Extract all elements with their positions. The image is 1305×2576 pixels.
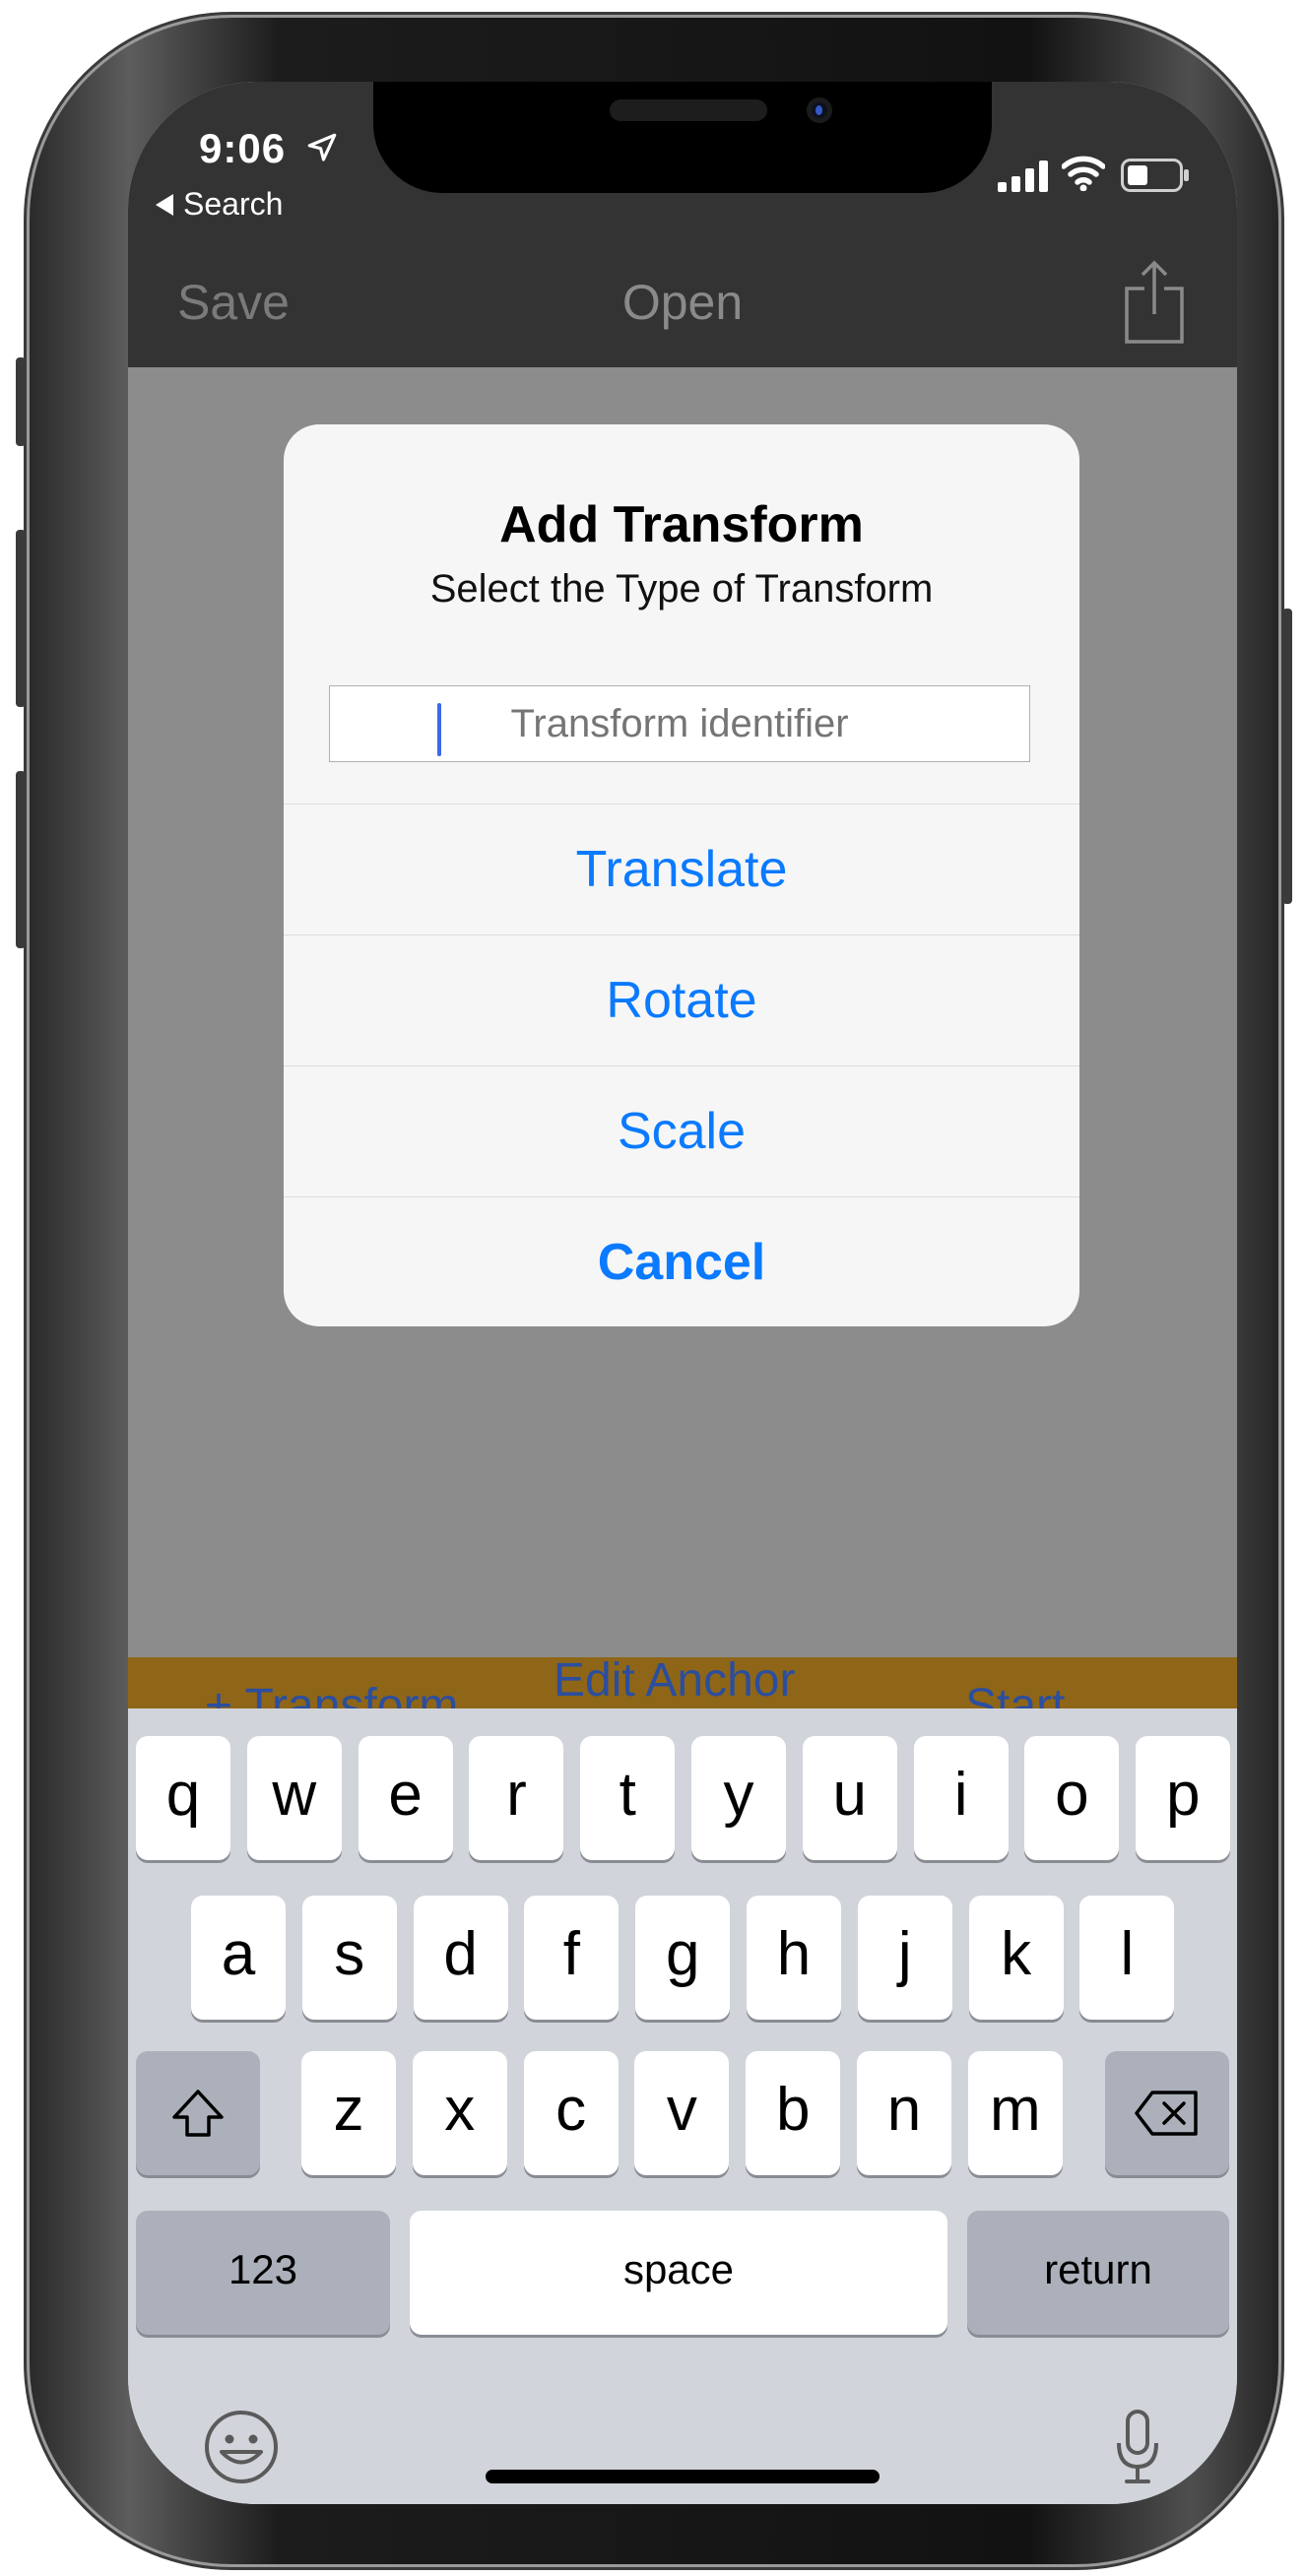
battery-icon — [1121, 159, 1189, 192]
key-u[interactable]: u — [802, 1736, 897, 1860]
emoji-icon[interactable] — [202, 2408, 281, 2486]
volume-down-button — [16, 771, 26, 948]
rotate-button[interactable]: Rotate — [284, 934, 1079, 1065]
key-m[interactable]: m — [967, 2051, 1063, 2175]
key-j[interactable]: j — [857, 1896, 952, 2020]
transform-identifier-input[interactable] — [329, 685, 1030, 762]
power-button — [1282, 609, 1292, 904]
wifi-icon — [1062, 156, 1105, 191]
key-c[interactable]: c — [523, 2051, 619, 2175]
back-to-search-link[interactable]: Search — [156, 186, 283, 223]
key-b[interactable]: b — [746, 2051, 841, 2175]
key-s[interactable]: s — [301, 1896, 397, 2020]
share-icon[interactable] — [1123, 259, 1186, 344]
screen: 9:06 Search Save Open + Transform Edit A… — [128, 82, 1237, 2504]
key-g[interactable]: g — [635, 1896, 731, 2020]
key-f[interactable]: f — [524, 1896, 620, 2020]
text-cursor — [437, 703, 441, 756]
return-key[interactable]: return — [967, 2211, 1229, 2335]
key-n[interactable]: n — [857, 2051, 951, 2175]
key-p[interactable]: p — [1136, 1736, 1231, 1860]
key-v[interactable]: v — [634, 2051, 730, 2175]
keyboard: qwertyuiop asdfghjkl zxcvbnm 123 space r… — [128, 1708, 1237, 2504]
bottom-toolbar: + Transform Edit Anchor Start — [128, 1657, 1237, 1708]
earpiece-speaker — [610, 99, 767, 121]
notch — [373, 82, 992, 193]
nav-title-open[interactable]: Open — [128, 274, 1237, 331]
space-key[interactable]: space — [410, 2211, 947, 2335]
start-button[interactable]: Start — [965, 1679, 1065, 1708]
key-z[interactable]: z — [301, 2051, 396, 2175]
key-w[interactable]: w — [246, 1736, 342, 1860]
key-y[interactable]: y — [691, 1736, 786, 1860]
key-l[interactable]: l — [1079, 1896, 1175, 2020]
key-r[interactable]: r — [469, 1736, 564, 1860]
shift-arrow-icon — [172, 2090, 224, 2137]
key-x[interactable]: x — [412, 2051, 507, 2175]
status-time: 9:06 — [199, 125, 287, 171]
front-camera — [807, 97, 832, 123]
cellular-signal-icon — [998, 161, 1048, 192]
alert-message: Select the Type of Transform — [429, 567, 934, 611]
key-o[interactable]: o — [1024, 1736, 1120, 1860]
volume-up-button — [16, 530, 26, 707]
add-transform-button[interactable]: + Transform — [205, 1679, 458, 1708]
silent-switch — [16, 357, 26, 446]
location-arrow-icon — [307, 133, 337, 161]
numbers-key[interactable]: 123 — [136, 2211, 390, 2335]
key-q[interactable]: q — [136, 1736, 230, 1860]
key-h[interactable]: h — [747, 1896, 841, 2020]
shift-key[interactable] — [136, 2051, 260, 2175]
delete-backspace-icon — [1135, 2091, 1198, 2136]
back-caret-icon — [156, 194, 173, 216]
translate-button[interactable]: Translate — [284, 804, 1079, 934]
add-transform-alert: Add Transform Select the Type of Transfo… — [284, 424, 1079, 1326]
alert-title: Add Transform — [499, 496, 864, 553]
key-t[interactable]: t — [580, 1736, 676, 1860]
edit-anchor-button[interactable]: Edit Anchor — [554, 1657, 795, 1707]
microphone-icon[interactable] — [1113, 2408, 1162, 2486]
key-a[interactable]: a — [191, 1896, 286, 2020]
key-i[interactable]: i — [913, 1736, 1009, 1860]
back-label: Search — [183, 186, 284, 222]
cancel-button[interactable]: Cancel — [284, 1196, 1079, 1326]
key-d[interactable]: d — [413, 1896, 508, 2020]
phone-frame: 9:06 Search Save Open + Transform Edit A… — [16, 18, 1292, 2564]
key-k[interactable]: k — [968, 1896, 1064, 2020]
delete-key[interactable] — [1105, 2051, 1229, 2175]
home-indicator[interactable] — [486, 2470, 880, 2483]
scale-button[interactable]: Scale — [284, 1065, 1079, 1196]
key-e[interactable]: e — [358, 1736, 453, 1860]
